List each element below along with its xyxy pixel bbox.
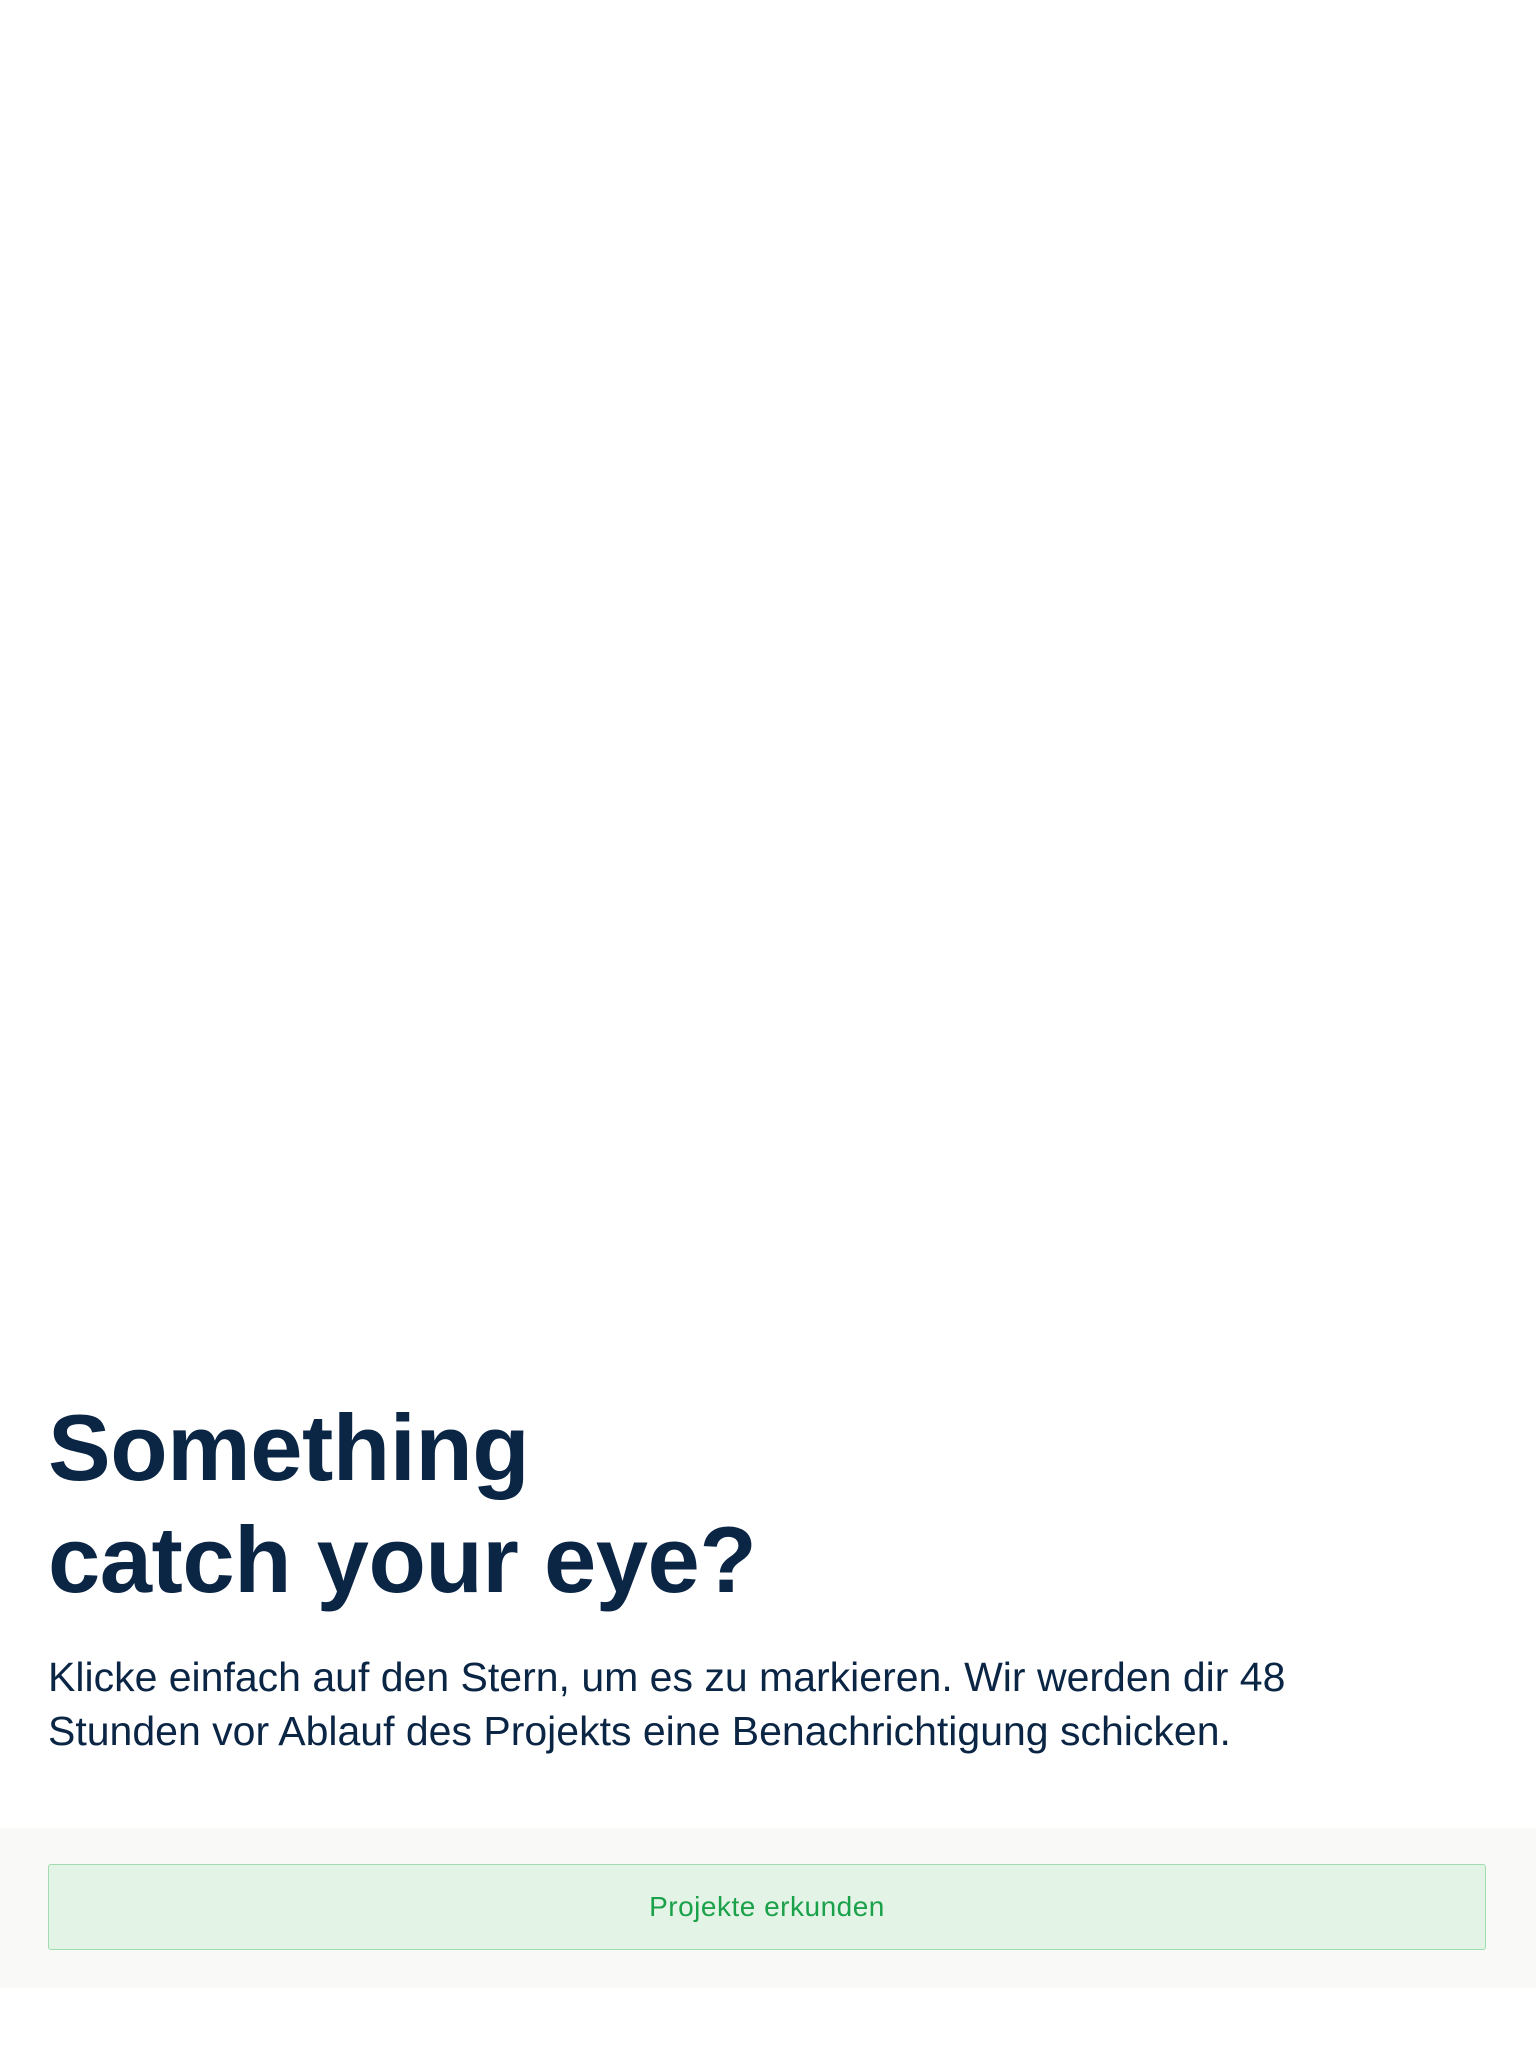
explore-projects-button[interactable]: Projekte erkunden xyxy=(48,1864,1486,1950)
headline-line-1: Something xyxy=(48,1395,530,1500)
footer-bar: Projekte erkunden xyxy=(0,1828,1536,1988)
onboarding-content: Something catch your eye? Klicke einfach… xyxy=(48,1392,1488,1758)
bottom-area xyxy=(0,1988,1536,2048)
explore-projects-button-label: Projekte erkunden xyxy=(649,1891,885,1922)
empty-hero-area xyxy=(0,0,1536,1380)
onboarding-headline: Something catch your eye? xyxy=(48,1392,1488,1616)
onboarding-description: Klicke einfach auf den Stern, um es zu m… xyxy=(48,1654,1286,1754)
headline-line-2: catch your eye? xyxy=(48,1507,757,1612)
